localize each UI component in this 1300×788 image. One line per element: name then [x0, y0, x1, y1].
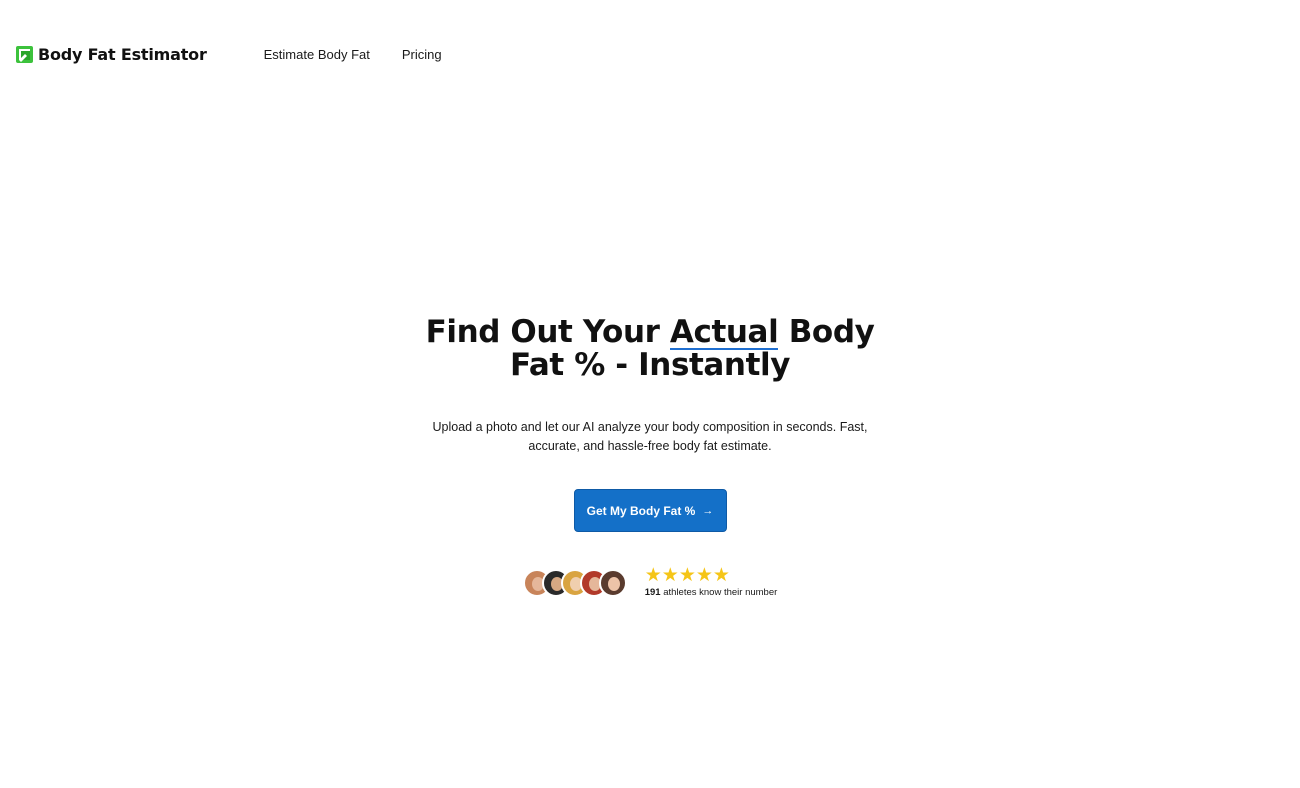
- cta-wrapper: Get My Body Fat % →: [0, 456, 1300, 532]
- proof-caption: athletes know their number: [663, 587, 778, 598]
- hero-title: Find Out Your Actual Body Fat % - Instan…: [420, 316, 880, 382]
- nav-link-estimate-body-fat[interactable]: Estimate Body Fat: [264, 47, 370, 62]
- avatar: [598, 568, 627, 597]
- logo-text: Body Fat Estimator: [38, 44, 207, 64]
- main-nav: Estimate Body Fat Pricing: [264, 47, 474, 62]
- star-icon: ★: [678, 564, 696, 586]
- star-icon: ★: [712, 564, 730, 586]
- hero-title-accent: Actual: [669, 314, 779, 350]
- social-proof: ★ ★ ★ ★ ★ 191 athletes know their number: [0, 564, 1300, 599]
- logo-link[interactable]: Body Fat Estimator: [16, 45, 207, 64]
- hero-section: Find Out Your Actual Body Fat % - Instan…: [0, 316, 1300, 599]
- proof-text: 191 athletes know their number: [645, 587, 778, 598]
- star-icon: ★: [644, 564, 662, 586]
- get-body-fat-button[interactable]: Get My Body Fat % →: [573, 489, 727, 532]
- star-icon: ★: [695, 564, 713, 586]
- star-icon: ★: [661, 564, 679, 586]
- avatar-group: [522, 568, 627, 597]
- athlete-count: 191: [644, 587, 661, 598]
- hero-title-part1: Find Out Your: [425, 314, 670, 350]
- page: Body Fat Estimator Estimate Body Fat Pri…: [0, 0, 1300, 788]
- rating-block: ★ ★ ★ ★ ★ 191 athletes know their number: [644, 564, 778, 599]
- hero-subtitle: Upload a photo and let our AI analyze yo…: [432, 420, 868, 453]
- arrow-right-icon: →: [702, 504, 714, 517]
- site-header: Body Fat Estimator Estimate Body Fat Pri…: [16, 40, 474, 68]
- logo-icon: [16, 45, 33, 63]
- cta-label: Get My Body Fat %: [586, 503, 696, 518]
- star-rating: ★ ★ ★ ★ ★: [644, 564, 778, 586]
- nav-link-pricing[interactable]: Pricing: [402, 47, 442, 62]
